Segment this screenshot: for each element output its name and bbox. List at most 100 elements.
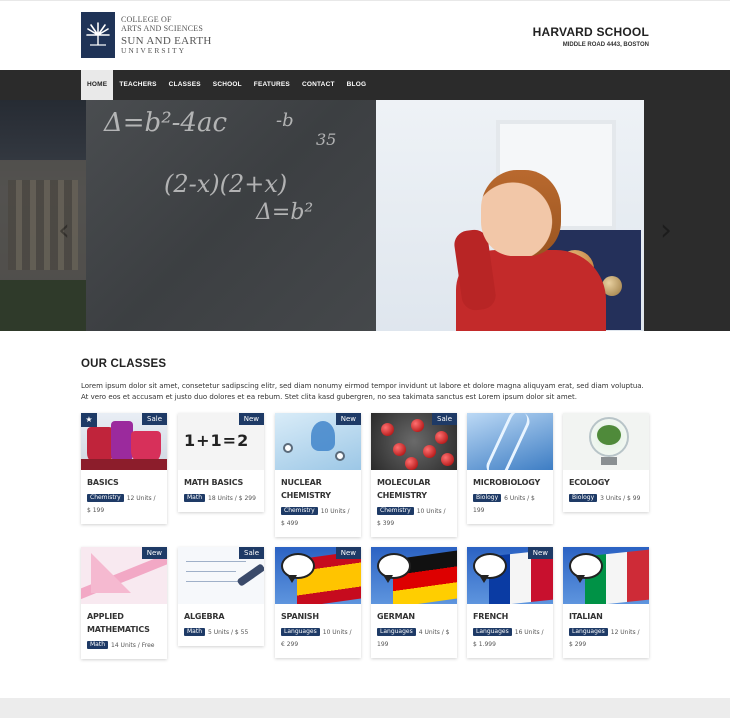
class-image[interactable]: New	[275, 413, 361, 470]
class-image[interactable]: New	[467, 547, 553, 604]
class-image[interactable]: Sale	[371, 413, 457, 470]
new-badge: New	[527, 547, 553, 559]
category-tag[interactable]: Biology	[473, 494, 502, 502]
class-card[interactable]: ITALIAN Languages 12 Units / $ 299	[563, 547, 649, 658]
logo-text: COLLEGE OF ARTS AND SCIENCES SUN AND EAR…	[121, 15, 212, 55]
nav-item-contact[interactable]: CONTACT	[296, 70, 341, 100]
class-card[interactable]: New SPANISH Languages 10 Units / € 299	[275, 547, 361, 658]
class-card[interactable]: New APPLIED MATHEMATICS Math 14 Units / Fre…	[81, 547, 167, 659]
nav-item-classes[interactable]: CLASSES	[163, 70, 207, 100]
school-info: HARVARD SCHOOL MIDDLE ROAD 4443, BOSTON	[533, 25, 649, 48]
site-header: COLLEGE OF ARTS AND SCIENCES SUN AND EAR…	[0, 0, 730, 70]
category-tag[interactable]: Languages	[281, 628, 320, 636]
chalkboard: Δ=b²-4ac -b (2-x)(2+x) Δ=b² 35	[86, 100, 376, 331]
category-tag[interactable]: Math	[184, 628, 206, 636]
chevron-left-icon[interactable]: ‹	[58, 213, 70, 248]
class-title[interactable]: ITALIAN	[569, 610, 643, 623]
new-badge: New	[335, 547, 361, 559]
class-meta: Biology 3 Units / $ 99	[569, 493, 643, 505]
class-units-price: 18 Units / $ 299	[208, 495, 256, 502]
class-title[interactable]: ECOLOGY	[569, 476, 643, 489]
palm-leaf-icon	[86, 22, 110, 46]
sale-badge: Sale	[142, 413, 167, 425]
class-title[interactable]: MOLECULAR CHEMISTRY	[377, 476, 451, 502]
class-title[interactable]: GERMAN	[377, 610, 451, 623]
class-units-price: 14 Units / Free	[111, 642, 155, 649]
new-badge: New	[141, 547, 167, 559]
school-address: MIDDLE ROAD 4443, BOSTON	[562, 42, 649, 48]
nav-item-school[interactable]: SCHOOL	[207, 70, 248, 100]
class-title[interactable]: APPLIED MATHEMATICS	[87, 610, 161, 636]
sale-badge: Sale	[432, 413, 457, 425]
category-tag[interactable]: Chemistry	[377, 507, 414, 515]
class-card[interactable]: New FRENCH Languages 16 Units / $ 1.999	[467, 547, 553, 658]
hero-next-slide-preview	[644, 100, 730, 331]
class-meta: Chemistry 12 Units / $ 199	[87, 493, 161, 517]
category-tag[interactable]: Math	[184, 494, 206, 502]
class-title[interactable]: NUCLEAR CHEMISTRY	[281, 476, 355, 502]
class-image[interactable]: ★ Sale	[81, 413, 167, 470]
university-logo[interactable]	[81, 12, 115, 58]
class-meta: Biology 6 Units / $ 199	[473, 493, 547, 517]
category-tag[interactable]: Math	[87, 641, 109, 649]
nav-item-features[interactable]: FEATURES	[248, 70, 296, 100]
class-title[interactable]: ALGEBRA	[184, 610, 258, 623]
chevron-right-icon[interactable]: ›	[660, 213, 672, 248]
category-tag[interactable]: Languages	[473, 628, 512, 636]
logo-line-1b: ARTS AND SCIENCES	[121, 24, 204, 33]
new-badge: New	[238, 413, 264, 425]
class-meta: Chemistry 10 Units / $ 399	[377, 506, 451, 530]
class-meta: Languages 4 Units / $ 199	[377, 627, 451, 651]
class-card[interactable]: GERMAN Languages 4 Units / $ 199	[371, 547, 457, 658]
new-badge: New	[335, 413, 361, 425]
logo-line-3: UNIVERSITY	[121, 46, 186, 55]
class-image[interactable]	[371, 547, 457, 604]
class-image[interactable]: New	[81, 547, 167, 604]
class-image[interactable]: Sale	[178, 547, 264, 604]
nav-item-blog[interactable]: BLOG	[341, 70, 373, 100]
school-name: HARVARD SCHOOL	[532, 25, 649, 39]
class-title[interactable]: BASICS	[87, 476, 161, 489]
section-description: Lorem ipsum dolor sit amet, consetetur s…	[81, 382, 644, 401]
class-meta: Languages 12 Units / $ 299	[569, 627, 643, 651]
class-title[interactable]: MATH BASICS	[184, 476, 258, 489]
class-image[interactable]	[563, 413, 649, 470]
class-card[interactable]: ECOLOGY Biology 3 Units / $ 99	[563, 413, 649, 512]
category-tag[interactable]: Languages	[569, 628, 608, 636]
class-image[interactable]	[467, 413, 553, 470]
class-image[interactable]	[563, 547, 649, 604]
hero-slider: Δ=b²-4ac -b (2-x)(2+x) Δ=b² 35 ‹ ›	[0, 100, 730, 331]
class-card[interactable]: MICROBIOLOGY Biology 6 Units / $ 199	[467, 413, 553, 524]
class-image[interactable]: New	[275, 547, 361, 604]
sale-badge: Sale	[239, 547, 264, 559]
category-tag[interactable]: Chemistry	[87, 494, 124, 502]
nav-item-home[interactable]: HOME	[81, 70, 114, 100]
footer	[0, 698, 730, 718]
class-meta: Languages 10 Units / € 299	[281, 627, 355, 651]
class-card[interactable]: Sale MOLECULAR CHEMISTRY Chemistry 10 Units…	[371, 413, 457, 537]
class-card[interactable]: ★ Sale BASICS Chemistry 12 Units / $ 199	[81, 413, 167, 524]
category-tag[interactable]: Biology	[569, 494, 598, 502]
class-card[interactable]: New NUCLEAR CHEMISTRY Chemistry 10 Units / …	[275, 413, 361, 537]
class-card[interactable]: 1+1=2 New MATH BASICS Math 18 Units / $ 299	[178, 413, 264, 512]
nav-item-teachers[interactable]: TEACHERS	[113, 70, 162, 100]
class-title[interactable]: MICROBIOLOGY	[473, 476, 547, 489]
class-units-price: 5 Units / $ 55	[208, 629, 249, 636]
class-meta: Math 18 Units / $ 299	[184, 493, 258, 505]
category-tag[interactable]: Languages	[377, 628, 416, 636]
class-meta: Math 5 Units / $ 55	[184, 627, 258, 639]
hero-image: Δ=b²-4ac -b (2-x)(2+x) Δ=b² 35	[86, 100, 644, 331]
class-title[interactable]: SPANISH	[281, 610, 355, 623]
category-tag[interactable]: Chemistry	[281, 507, 318, 515]
section-title: OUR CLASSES	[81, 358, 167, 370]
class-title[interactable]: FRENCH	[473, 610, 547, 623]
class-card[interactable]: Sale ALGEBRA Math 5 Units / $ 55	[178, 547, 264, 646]
class-image[interactable]: 1+1=2 New	[178, 413, 264, 470]
class-units-price: 3 Units / $ 99	[600, 495, 641, 502]
class-meta: Languages 16 Units / $ 1.999	[473, 627, 547, 651]
class-meta: Math 14 Units / Free	[87, 640, 161, 652]
hero-prev-slide-preview	[0, 100, 86, 331]
logo-line-1a: COLLEGE OF	[121, 15, 172, 24]
main-nav: HOME TEACHERS CLASSES SCHOOL FEATURES CONTACT…	[0, 70, 730, 100]
star-icon: ★	[81, 413, 97, 427]
